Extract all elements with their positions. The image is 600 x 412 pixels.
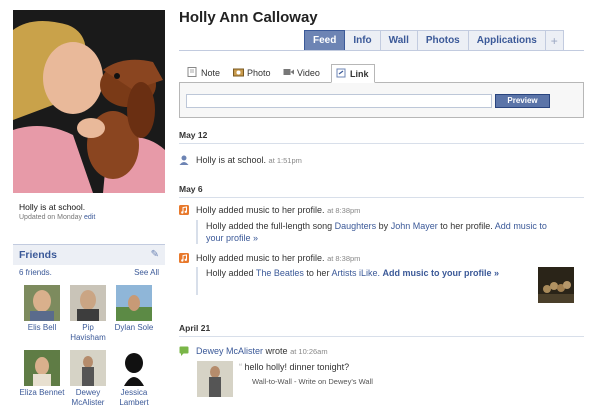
artist-link[interactable]: John Mayer <box>391 221 438 231</box>
story-detail: Holly added the full-length song Daughte… <box>196 220 566 244</box>
publisher-tab-video[interactable]: Video <box>279 64 327 83</box>
wall-to-wall-link[interactable]: Wall-to-Wall - Write on Dewey's Wall <box>252 377 373 386</box>
publisher-tab-link[interactable]: Link <box>331 64 375 83</box>
publisher-body: Preview <box>179 82 584 118</box>
friends-title[interactable]: Friends <box>19 249 57 261</box>
tab-info[interactable]: Info <box>345 30 381 51</box>
add-tab-button[interactable]: + <box>545 30 564 51</box>
story-text: Holly added music to her profile. <box>196 205 325 215</box>
wall-post-quote: “ hello holly! dinner tonight? <box>239 362 350 372</box>
status-edit-link[interactable]: edit <box>84 214 95 221</box>
feed-date-header: May 12 <box>179 130 584 144</box>
video-icon <box>283 65 294 75</box>
story-time[interactable]: at 8:38pm <box>327 254 360 263</box>
link-url-input[interactable] <box>186 94 492 108</box>
wall-post-icon <box>179 346 189 356</box>
feed-story: Holly added music to her profile. at 8:3… <box>179 205 584 245</box>
publisher-tab-note[interactable]: Note <box>183 64 225 83</box>
friend-avatar[interactable] <box>70 350 106 386</box>
camera-icon <box>233 65 244 77</box>
friend-name[interactable]: Dewey McAlister <box>65 388 111 408</box>
friend-name[interactable]: Jessica Lambert <box>111 388 157 408</box>
friend-item[interactable]: Eliza Bennet <box>19 350 65 398</box>
status-updated: Updated on Monday edit <box>19 214 96 221</box>
friend-name[interactable]: Pip Havisham <box>65 323 111 343</box>
friend-name[interactable]: Eliza Bennet <box>19 388 65 398</box>
author-avatar[interactable] <box>197 361 233 397</box>
profile-picture[interactable] <box>13 10 165 193</box>
story-detail: Holly added The Beatles to her Artists i… <box>196 267 540 295</box>
link-icon <box>336 66 347 78</box>
friend-name[interactable]: Dylan Sole <box>111 323 157 333</box>
tab-photos[interactable]: Photos <box>417 30 469 51</box>
friend-item[interactable]: Pip Havisham <box>65 285 111 343</box>
music-icon <box>179 253 189 263</box>
profile-tabs: Feed Info Wall Photos Applications + <box>304 30 564 51</box>
publisher: Note Photo Video Link Preview <box>179 61 584 118</box>
status-box: Holly is at school. Updated on Monday ed… <box>19 202 169 221</box>
ilike-artists-link[interactable]: Artists iLike. <box>331 268 380 278</box>
feed-date-header: April 21 <box>179 323 584 337</box>
tab-applications[interactable]: Applications <box>468 30 546 51</box>
friend-avatar[interactable] <box>116 285 152 321</box>
story-time[interactable]: at 1:51pm <box>269 156 302 165</box>
friend-item[interactable]: Dylan Sole <box>111 285 157 333</box>
friend-item[interactable]: Dewey McAlister <box>65 350 111 408</box>
pencil-icon[interactable]: ✎ <box>151 249 159 260</box>
friend-item[interactable]: Jessica Lambert <box>111 350 157 408</box>
tab-divider <box>179 50 584 51</box>
friends-box: Friends ✎ 6 friends. See All Elis Bell P… <box>13 244 165 412</box>
person-icon <box>179 155 189 165</box>
story-text: Holly is at school. <box>196 155 267 165</box>
tab-wall[interactable]: Wall <box>380 30 418 51</box>
friend-avatar[interactable] <box>116 350 152 386</box>
story-text: Holly added music to her profile. <box>196 253 325 263</box>
tab-feed[interactable]: Feed <box>304 30 346 51</box>
friend-item[interactable]: Elis Bell <box>19 285 65 333</box>
note-icon <box>187 65 198 77</box>
friends-count[interactable]: 6 friends. <box>19 268 52 277</box>
feed-story: Dewey McAlister wrote at 10:26am “ hello… <box>179 346 584 406</box>
friend-avatar[interactable] <box>70 285 106 321</box>
feed-date-header: May 6 <box>179 184 584 198</box>
status-text: Holly is at school. <box>19 202 86 212</box>
music-icon <box>179 205 189 215</box>
artist-link[interactable]: The Beatles <box>256 268 304 278</box>
publisher-tab-photo[interactable]: Photo <box>229 64 275 83</box>
story-time[interactable]: at 8:38pm <box>327 206 360 215</box>
profile-name: Holly Ann Calloway <box>179 9 318 26</box>
add-music-link[interactable]: Add music to your profile » <box>382 268 499 278</box>
friend-name[interactable]: Elis Bell <box>19 323 65 333</box>
preview-button[interactable]: Preview <box>495 94 550 108</box>
friends-header: Friends ✎ <box>13 244 165 265</box>
story-time[interactable]: at 10:26am <box>290 347 328 356</box>
feed-story: Holly is at school. at 1:51pm <box>179 155 584 167</box>
see-all-link[interactable]: See All <box>134 268 159 277</box>
author-link[interactable]: Dewey McAlister <box>196 346 263 356</box>
friend-avatar[interactable] <box>24 285 60 321</box>
feed-story: Holly added music to her profile. at 8:3… <box>179 253 584 308</box>
friend-avatar[interactable] <box>24 350 60 386</box>
album-thumbnail[interactable] <box>538 267 574 303</box>
song-link[interactable]: Daughters <box>335 221 377 231</box>
friends-subheader: 6 friends. See All <box>13 265 165 282</box>
